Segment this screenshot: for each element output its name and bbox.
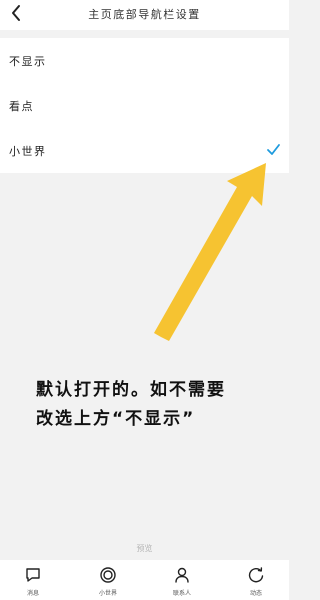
option-label: 看点: [9, 101, 34, 113]
option-label: 小世界: [9, 146, 47, 158]
tab-label: 动态: [249, 591, 262, 597]
tab-label: 联系人: [172, 591, 191, 597]
options-list: 不显示 看点 小世界: [0, 38, 289, 173]
tab-small-world[interactable]: 小世界: [88, 566, 128, 600]
annotation-line-1: 默认打开的。如不需要: [36, 380, 226, 400]
contacts-icon: [175, 567, 189, 583]
bottom-tab-bar: 消息 小世界 联系人 动态: [0, 560, 289, 600]
option-label: 不显示: [9, 56, 47, 68]
small-world-icon: [100, 567, 116, 583]
tab-messages[interactable]: 消息: [13, 566, 53, 600]
checkmark-icon: [267, 144, 280, 155]
option-hide[interactable]: 不显示: [0, 38, 289, 83]
message-icon: [26, 568, 40, 582]
tab-label: 消息: [26, 591, 39, 597]
tab-activity[interactable]: 动态: [236, 566, 276, 600]
preview-label: 预览: [136, 544, 153, 553]
tab-contacts[interactable]: 联系人: [162, 566, 202, 600]
tab-label: 小世界: [98, 591, 117, 597]
header: 主页底部导航栏设置: [0, 0, 289, 30]
option-kandian[interactable]: 看点: [0, 83, 289, 128]
annotation-line-2: 改选上方“不显示”: [36, 409, 196, 429]
option-small-world[interactable]: 小世界: [0, 128, 289, 173]
annotation-text: 默认打开的。如不需要 改选上方“不显示”: [36, 376, 286, 434]
page-title: 主页底部导航栏设置: [88, 9, 201, 21]
activity-icon: [248, 567, 264, 583]
